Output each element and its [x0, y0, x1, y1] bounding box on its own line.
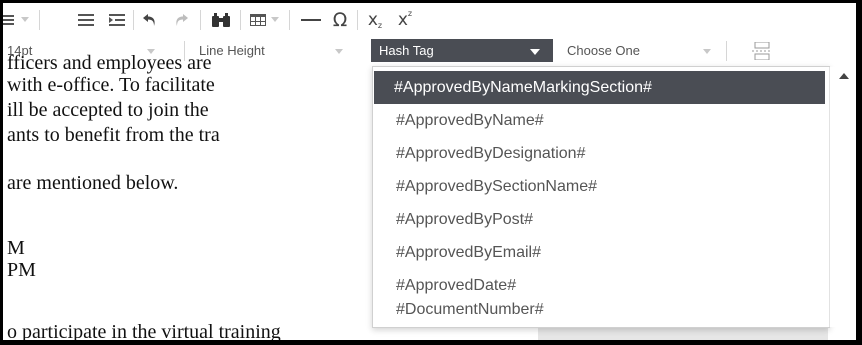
editor-frame: Ω xz xz 14pt Line Height Hash Tag Choose… — [3, 3, 856, 340]
line-height-caret[interactable] — [335, 49, 343, 54]
toolbar-separator — [39, 10, 40, 30]
special-character-icon[interactable]: Ω — [329, 9, 351, 31]
table-dropdown-caret[interactable] — [271, 17, 279, 22]
hash-tag-option[interactable]: #ApprovedByDesignation# — [373, 137, 828, 170]
undo-icon[interactable] — [141, 9, 161, 31]
indent-icon[interactable] — [107, 9, 127, 31]
choose-one-select[interactable]: Choose One — [567, 43, 640, 58]
superscript-icon[interactable]: xz — [394, 9, 416, 31]
horizontal-rule-icon[interactable] — [299, 9, 323, 31]
list-dropdown-caret[interactable] — [21, 17, 29, 22]
document-line: with e-office. To facilitate — [7, 74, 215, 96]
document-line: ants to benefit from the tra — [7, 124, 220, 146]
hash-tag-option[interactable]: #ApprovedByEmail# — [373, 236, 828, 269]
page-break-icon[interactable] — [751, 40, 773, 62]
toolbar-separator — [726, 41, 727, 61]
list-icon[interactable] — [3, 9, 17, 31]
document-line: are mentioned below. — [7, 172, 179, 194]
document-line: PM — [7, 259, 36, 281]
toolbar-separator — [133, 10, 134, 30]
document-line: ill be accepted to join the — [7, 99, 209, 121]
redo-icon[interactable] — [170, 9, 190, 31]
toolbar-separator — [200, 10, 201, 30]
hash-tag-option[interactable]: #ApprovedByPost# — [373, 203, 828, 236]
hash-tag-label: Hash Tag — [379, 43, 434, 58]
find-replace-icon[interactable] — [210, 9, 232, 31]
scroll-up-arrow-icon[interactable] — [839, 73, 849, 79]
toolbar-separator — [357, 10, 358, 30]
choose-one-caret[interactable] — [703, 49, 711, 54]
document-line: fficers and employees are — [7, 52, 212, 74]
hash-tag-select[interactable]: Hash Tag — [371, 39, 553, 62]
subscript-icon[interactable]: xz — [364, 9, 386, 31]
hash-tag-caret — [530, 49, 540, 55]
hash-tag-option[interactable]: #ApprovedBySectionName# — [373, 170, 828, 203]
toolbar-separator — [240, 10, 241, 30]
document-line: M — [7, 237, 25, 259]
hash-tag-option[interactable]: #ApprovedByNameMarkingSection# — [374, 71, 825, 104]
document-line: o participate in the virtual training — [7, 321, 281, 340]
toolbar-separator — [289, 10, 290, 30]
table-icon[interactable] — [248, 9, 268, 31]
hash-tag-option[interactable]: #DocumentNumber# — [373, 293, 828, 326]
hash-tag-dropdown: #ApprovedByNameMarkingSection# #Approved… — [372, 66, 856, 328]
align-left-icon[interactable] — [76, 9, 96, 31]
editor-toolbar: Ω xz xz — [3, 3, 856, 37]
dropdown-scrollbar[interactable] — [829, 67, 856, 327]
hash-tag-option[interactable]: #ApprovedByName# — [373, 104, 828, 137]
